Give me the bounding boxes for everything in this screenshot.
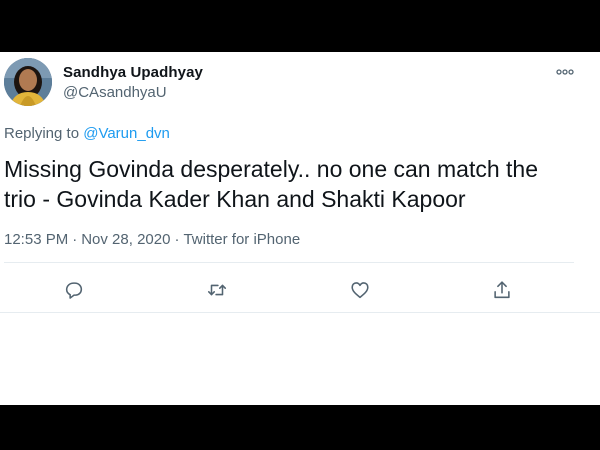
divider [0,312,600,313]
replying-prefix: Replying to [4,125,80,142]
retweet-icon [207,284,227,296]
author-name[interactable]: Sandhya Upadhyay [63,64,203,81]
tweet-time[interactable]: 12:53 PM [4,231,68,248]
author-handle[interactable]: @CAsandhyaU [63,84,167,101]
meta-separator: · [72,231,78,248]
retweet-button[interactable] [205,278,229,302]
replying-target-link[interactable]: @Varun_dvn [83,125,170,142]
tweet-card [0,52,600,405]
reply-button[interactable] [62,278,86,302]
avatar[interactable] [4,58,52,106]
more-options-icon[interactable] [556,65,574,77]
tweet-text: Missing Govinda desperately.. no one can… [4,154,584,214]
share-icon [494,281,510,299]
tweet-text-line: trio - Govinda Kader Khan and Shakti Kap… [4,186,466,212]
tweet-meta: 12:53 PM · Nov 28, 2020 · Twitter for iPhone [4,231,300,248]
tweet-source[interactable]: Twitter for iPhone [183,231,300,248]
tweet-text-line: Missing Govinda desperately.. no one can… [4,156,538,182]
heart-icon [351,282,369,299]
like-button[interactable] [348,278,372,302]
share-button[interactable] [490,278,514,302]
divider [4,262,574,263]
reply-icon [65,282,83,299]
tweet-date[interactable]: Nov 28, 2020 [81,231,170,248]
replying-to: Replying to @Varun_dvn [4,125,170,142]
meta-separator: · [174,231,180,248]
screenshot-frame: Sandhya Upadhyay @CAsandhyaU Replying to… [0,0,600,450]
